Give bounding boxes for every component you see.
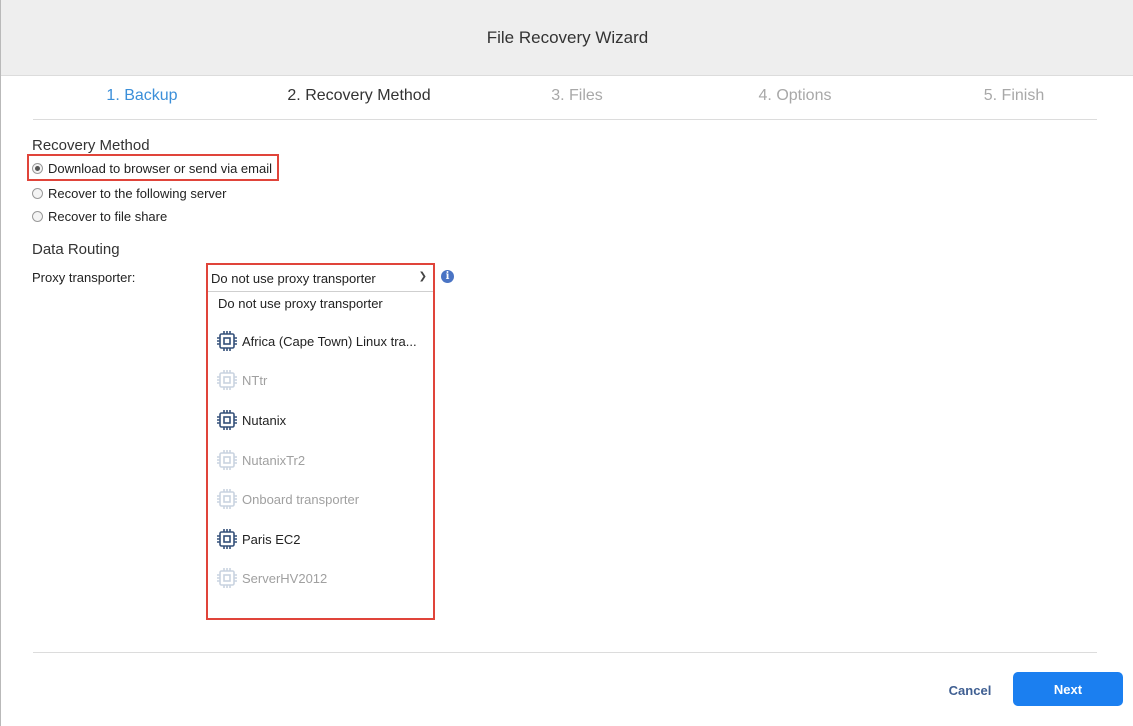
- chip-icon: [216, 567, 238, 589]
- title-bar: File Recovery Wizard: [1, 0, 1133, 76]
- proxy-transporter-label: Proxy transporter:: [32, 270, 136, 285]
- step-recovery-method: 2. Recovery Method: [287, 87, 431, 104]
- option-label: Paris EC2: [242, 531, 301, 547]
- chip-icon: [216, 330, 238, 352]
- next-button[interactable]: Next: [1013, 672, 1123, 706]
- radio-label: Download to browser or send via email: [48, 160, 272, 176]
- option-label: ServerHV2012: [242, 570, 328, 586]
- radio-label: Recover to file share: [48, 208, 168, 224]
- chip-icon: [216, 409, 238, 431]
- step-files: 3. Files: [551, 87, 603, 104]
- dropdown-option[interactable]: Nutanix: [208, 408, 433, 432]
- option-label: NTtr: [242, 372, 268, 388]
- dropdown-option: ServerHV2012: [208, 566, 433, 590]
- proxy-transporter-select[interactable]: Do not use proxy transporter ❯: [208, 265, 433, 292]
- data-routing-heading: Data Routing: [32, 241, 120, 258]
- chevron-down-icon[interactable]: ❯: [419, 271, 427, 282]
- step-backup[interactable]: 1. Backup: [106, 87, 177, 105]
- dropdown-option[interactable]: Do not use proxy transporter: [218, 294, 443, 312]
- recovery-method-heading: Recovery Method: [32, 137, 150, 154]
- dropdown-option: NTtr: [208, 368, 433, 392]
- wizard-title: File Recovery Wizard: [486, 27, 649, 47]
- step-options: 4. Options: [758, 87, 832, 104]
- option-label: Do not use proxy transporter: [218, 295, 383, 311]
- option-label: NutanixTr2: [242, 452, 306, 468]
- cancel-button[interactable]: Cancel: [931, 677, 1009, 703]
- footer-divider: [33, 652, 1097, 653]
- select-value: Do not use proxy transporter: [211, 270, 376, 286]
- radio-label: Recover to the following server: [48, 185, 227, 201]
- dropdown-option: Onboard transporter: [208, 487, 433, 511]
- radio-unchecked-icon[interactable]: [32, 187, 43, 199]
- chip-icon: [216, 488, 238, 510]
- chip-icon: [216, 449, 238, 471]
- radio-checked-icon[interactable]: [32, 162, 43, 174]
- option-label: Onboard transporter: [242, 491, 360, 507]
- radio-unchecked-icon[interactable]: [32, 210, 43, 222]
- step-finish: 5. Finish: [983, 87, 1045, 104]
- option-label: Nutanix: [242, 412, 287, 428]
- radio-recover-to-server[interactable]: Recover to the following server: [32, 184, 226, 202]
- radio-recover-to-file-share[interactable]: Recover to file share: [32, 207, 167, 225]
- radio-download-to-browser[interactable]: Download to browser or send via email: [32, 159, 272, 177]
- chip-icon: [216, 369, 238, 391]
- dropdown-option[interactable]: Africa (Cape Town) Linux tra...: [208, 329, 433, 353]
- dropdown-option: NutanixTr2: [208, 448, 433, 472]
- chip-icon: [216, 528, 238, 550]
- wizard-window: File Recovery Wizard 1. Backup 2. Recove…: [0, 0, 1133, 726]
- option-label: Africa (Cape Town) Linux tra...: [242, 333, 417, 349]
- info-icon[interactable]: i: [441, 270, 454, 283]
- wizard-steps: 1. Backup 2. Recovery Method 3. Files 4.…: [33, 76, 1097, 120]
- dropdown-option[interactable]: Paris EC2: [208, 527, 433, 551]
